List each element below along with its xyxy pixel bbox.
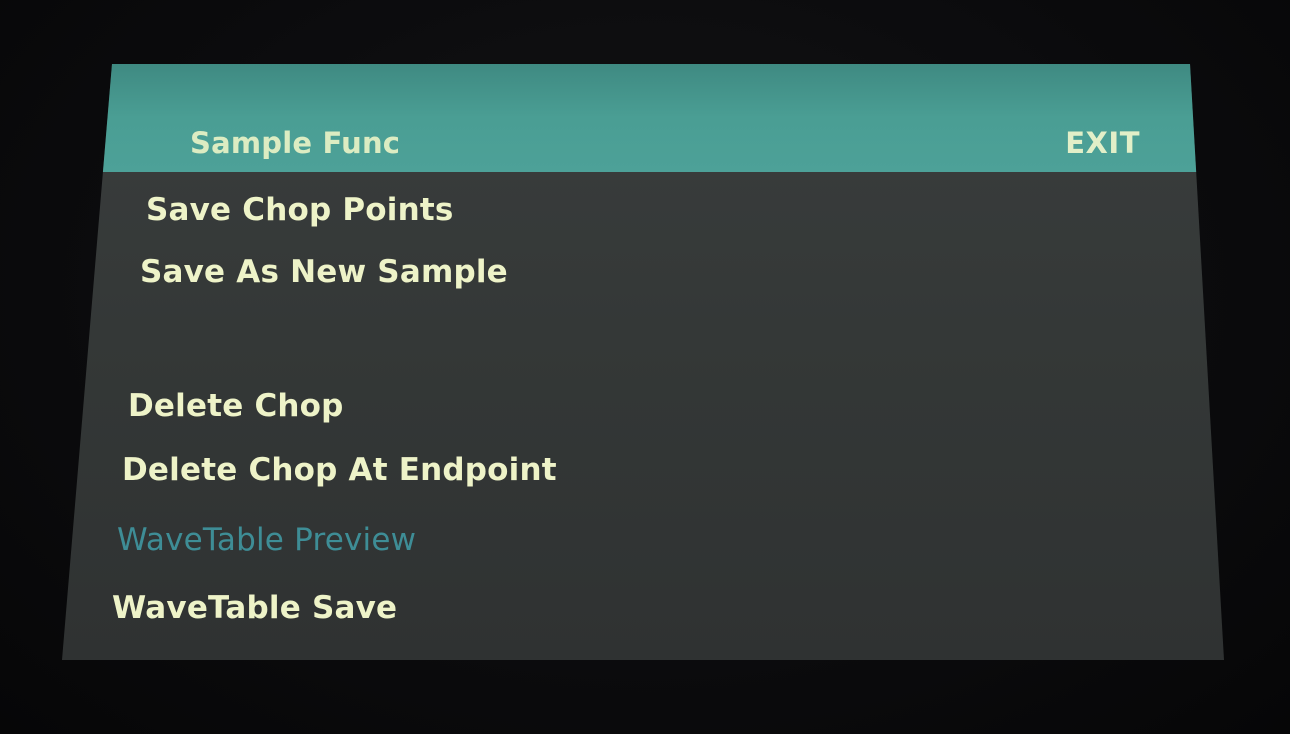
- page-title: Sample Func: [190, 126, 401, 160]
- menu-item-save-as-new-sample[interactable]: Save As New Sample: [140, 254, 508, 290]
- menu-item-delete-chop[interactable]: Delete Chop: [128, 388, 344, 424]
- menu-item-wavetable-preview[interactable]: WaveTable Preview: [117, 522, 416, 558]
- menu-item-save-chop-points[interactable]: Save Chop Points: [146, 192, 454, 228]
- device-screen: Sample Func EXIT Save Chop Points Save A…: [62, 64, 1224, 660]
- title-bar: Sample Func EXIT: [62, 64, 1224, 172]
- menu-item-wavetable-save[interactable]: WaveTable Save: [112, 590, 397, 626]
- exit-button[interactable]: EXIT: [1065, 126, 1140, 160]
- menu-item-delete-chop-at-endpoint[interactable]: Delete Chop At Endpoint: [122, 452, 557, 488]
